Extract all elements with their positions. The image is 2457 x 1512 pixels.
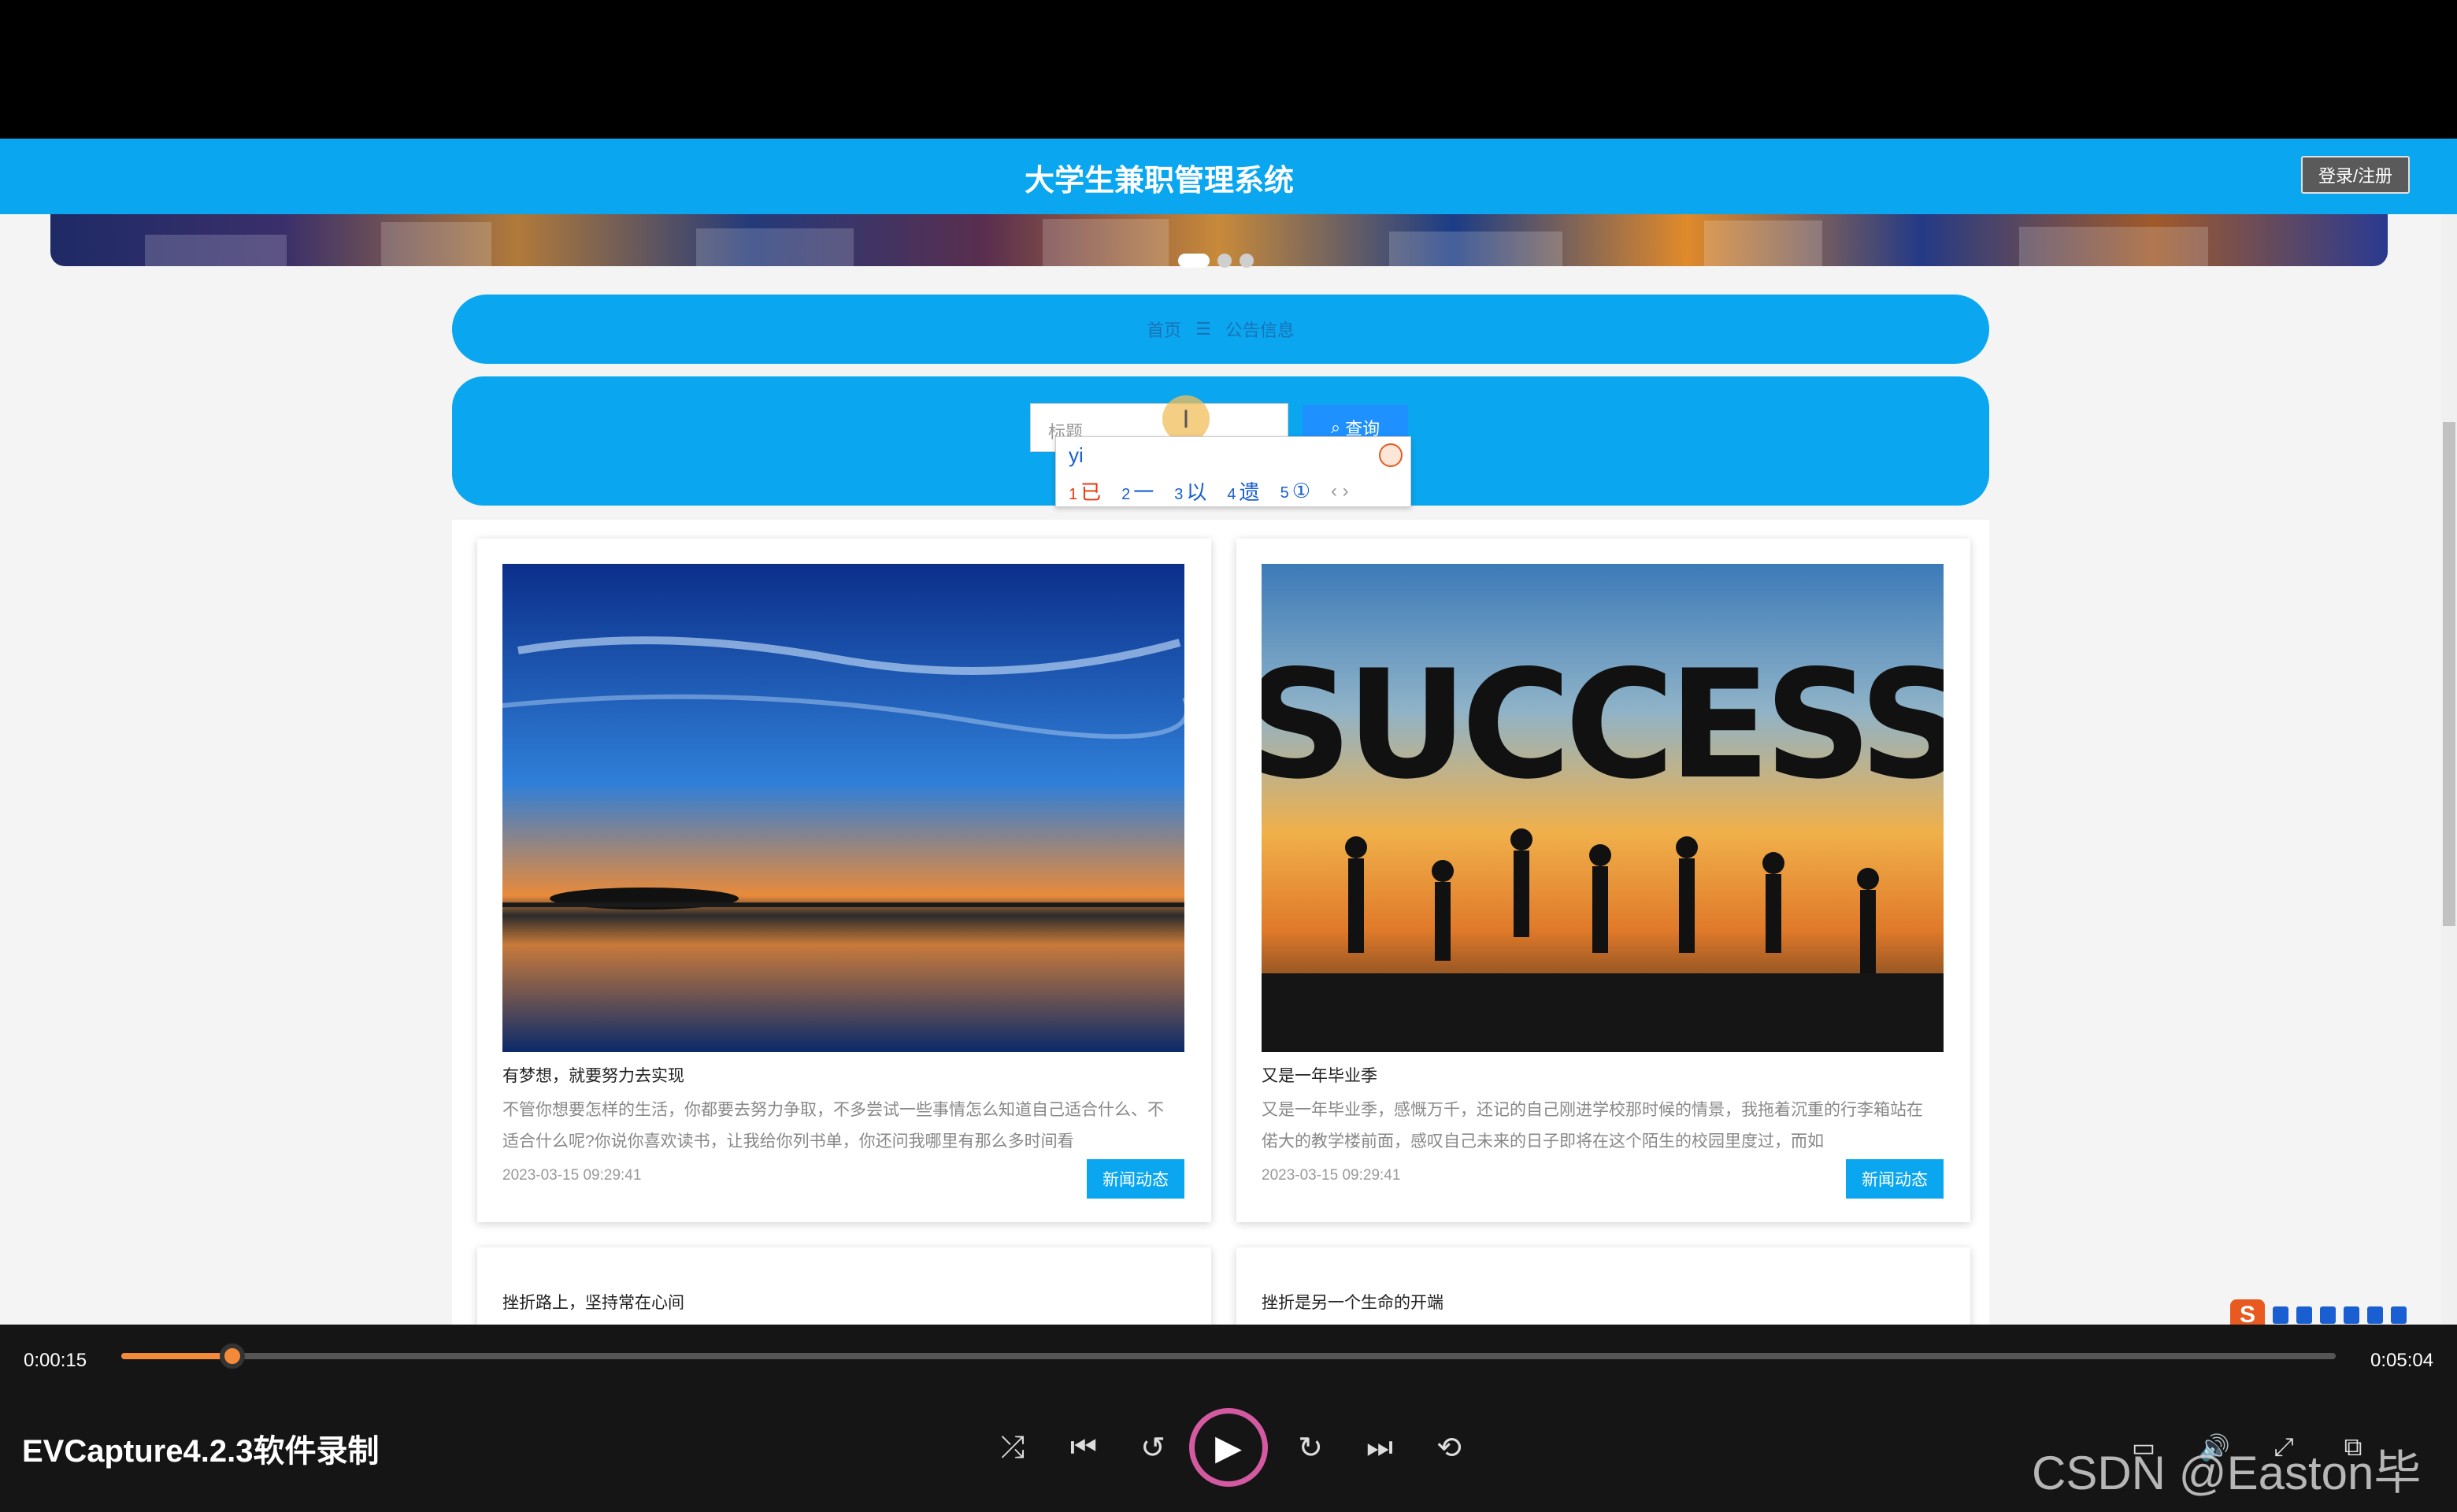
skin-icon[interactable] <box>2367 1306 2383 1324</box>
site-header: 大学生兼职管理系统 登录/注册 <box>0 139 2457 214</box>
ime-toolbar[interactable]: S <box>2230 1299 2407 1325</box>
ime-mode-icon[interactable] <box>2273 1306 2288 1324</box>
carousel-dot[interactable] <box>1240 254 1254 268</box>
previous-track-icon[interactable]: ⏮ <box>1060 1424 1107 1471</box>
ime-candidate[interactable]: 4遗 <box>1227 476 1259 506</box>
play-icon: ▶ <box>1215 1428 1242 1467</box>
news-card-description: 不管你想要怎样的生活，你都要去努力争取，不多尝试一些事情怎么知道自己适合什么、不… <box>502 1101 1164 1151</box>
progress-knob[interactable] <box>219 1343 245 1369</box>
rewind-10-icon[interactable]: ↺ <box>1129 1424 1177 1471</box>
ime-candidate[interactable]: 1已 <box>1069 476 1101 506</box>
carousel-dot[interactable] <box>1217 254 1232 268</box>
repeat-icon[interactable]: ⟲ <box>1425 1424 1473 1471</box>
news-card[interactable]: 有梦想，就要努力去实现 不管你想要怎样的生活，你都要去努力争取，不多尝试一些事情… <box>477 539 1211 1222</box>
carousel-indicators <box>1178 254 1254 268</box>
news-card-title[interactable]: 有梦想，就要努力去实现 <box>502 1063 684 1087</box>
news-card-title[interactable]: 又是一年毕业季 <box>1262 1063 1377 1087</box>
news-card[interactable]: SUCCESS 又是一年毕业季 又是一年毕业季，感慨万千，还记的自己刚进学校那时… <box>1236 539 1970 1222</box>
news-card-title[interactable]: 挫折路上，坚持常在心间 <box>502 1290 684 1314</box>
total-time: 0:05:04 <box>2370 1350 2434 1371</box>
next-track-icon[interactable]: ⏭ <box>1356 1424 1403 1471</box>
news-card-title[interactable]: 挫折是另一个生命的开端 <box>1262 1290 1443 1314</box>
keyboard-icon[interactable] <box>2344 1306 2359 1324</box>
sogou-ime-icon[interactable]: S <box>2230 1299 2265 1325</box>
ime-page-nav[interactable]: ‹ › <box>1331 480 1349 502</box>
search-icon: ⌕ <box>1330 417 1341 437</box>
carousel-dot[interactable] <box>1178 254 1210 268</box>
breadcrumb-home[interactable]: 首页 <box>1147 317 1181 342</box>
forward-30-icon[interactable]: ↻ <box>1287 1424 1334 1471</box>
ime-punct-icon[interactable] <box>2296 1306 2312 1324</box>
progress-bar[interactable] <box>121 1353 2336 1359</box>
ime-candidate[interactable]: 3以 <box>1174 476 1206 506</box>
watermark: CSDN @Easton毕设 <box>2032 1447 2422 1499</box>
ime-candidate[interactable]: 5① <box>1280 479 1310 503</box>
microphone-icon[interactable] <box>2320 1306 2336 1324</box>
news-card-date: 2023-03-15 09:29:41 <box>1262 1167 1401 1184</box>
ime-candidate-popup: yi 1已 2一 3以 4遗 5① ‹ › <box>1055 436 1411 507</box>
news-card[interactable]: 挫折路上，坚持常在心间 <box>477 1247 1211 1325</box>
site-title: 大学生兼职管理系统 <box>1024 165 1294 198</box>
success-image-text: SUCCESS <box>1262 638 1944 812</box>
breadcrumb-separator-icon: ☰ <box>1195 319 1211 339</box>
news-card[interactable]: 挫折是另一个生命的开端 <box>1236 1247 1970 1325</box>
play-button[interactable]: ▶ <box>1189 1408 1268 1487</box>
login-register-button[interactable]: 登录/注册 <box>2301 156 2410 194</box>
news-card-date: 2023-03-15 09:29:41 <box>502 1167 642 1184</box>
video-player-controls: 0:00:15 0:05:04 EVCapture4.2.3软件录制 ⤮ ⏮ ↺… <box>0 1325 2457 1512</box>
browser-viewport: 大学生兼职管理系统 登录/注册 首页 ☰ 公告信息 标题 I ⌕ 查询 yi 1… <box>0 139 2457 1325</box>
news-category-tag[interactable]: 新闻动态 <box>1846 1159 1944 1199</box>
breadcrumb-current: 公告信息 <box>1225 321 1295 340</box>
news-card-description: 又是一年毕业季，感慨万千，还记的自己刚进学校那时候的情景，我拖着沉重的行李箱站在… <box>1262 1101 1923 1151</box>
current-time: 0:00:15 <box>24 1350 87 1371</box>
toolbox-icon[interactable] <box>2391 1306 2407 1324</box>
news-card-image[interactable]: SUCCESS <box>1262 564 1944 1052</box>
ime-composition-text: yi <box>1069 443 1084 467</box>
progress-fill <box>121 1353 232 1359</box>
news-card-image[interactable] <box>502 564 1184 1052</box>
shuffle-icon[interactable]: ⤮ <box>989 1424 1036 1471</box>
ime-logo-icon <box>1379 443 1403 467</box>
ime-candidate[interactable]: 2一 <box>1121 476 1154 506</box>
breadcrumb: 首页 ☰ 公告信息 <box>452 295 1989 364</box>
ime-candidate-list: 1已 2一 3以 4遗 5① ‹ › <box>1069 476 1349 506</box>
news-list: 有梦想，就要努力去实现 不管你想要怎样的生活，你都要去努力争取，不多尝试一些事情… <box>452 520 1989 1325</box>
recorder-app-name: EVCapture4.2.3软件录制 <box>22 1434 380 1469</box>
news-category-tag[interactable]: 新闻动态 <box>1087 1159 1184 1199</box>
text-cursor-icon: I <box>1162 395 1210 443</box>
scrollbar-thumb[interactable] <box>2443 422 2455 926</box>
page: 大学生兼职管理系统 登录/注册 首页 ☰ 公告信息 标题 I ⌕ 查询 yi 1… <box>0 0 2457 1512</box>
